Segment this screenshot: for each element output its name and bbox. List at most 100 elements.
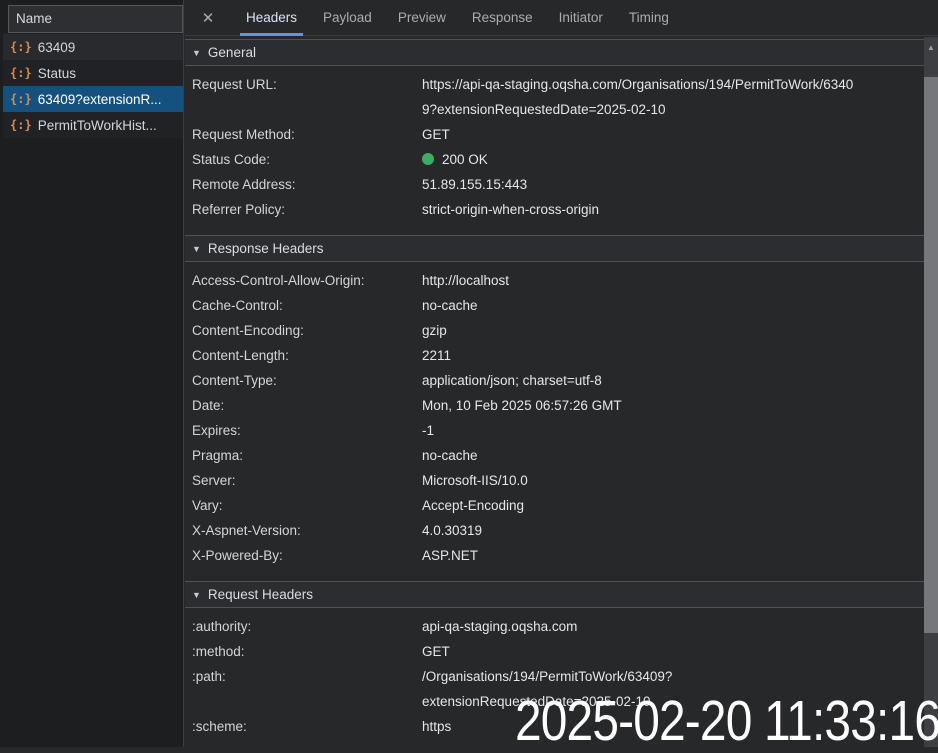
header-row: Server: Microsoft-IIS/10.0 <box>185 468 924 493</box>
json-braces-icon: {:} <box>10 66 32 80</box>
header-name: Pragma: <box>192 448 244 463</box>
scroll-up-icon: ▲ <box>927 43 935 52</box>
section: ▼ General Request URL: https://api-qa-sta… <box>185 39 924 235</box>
header-value: gzip <box>422 323 447 338</box>
tab-preview[interactable]: Preview <box>388 0 456 36</box>
header-row: Pragma: no-cache <box>185 443 924 468</box>
header-row: Expires: -1 <box>185 418 924 443</box>
header-value: GET <box>422 127 450 142</box>
header-name: Status Code: <box>192 152 271 167</box>
header-row: Content-Length: 2211 <box>185 343 924 368</box>
header-name: Content-Encoding: <box>192 323 304 338</box>
header-row: Request URL: https://api-qa-staging.oqsh… <box>185 72 924 122</box>
header-row: Content-Encoding: gzip <box>185 318 924 343</box>
triangle-down-icon: ▼ <box>192 244 201 254</box>
header-row: Vary: Accept-Encoding <box>185 493 924 518</box>
section-title: General <box>207 45 256 60</box>
sidebar-item-permittoworkhist[interactable]: {:} PermitToWorkHist... <box>3 112 183 138</box>
header-value: 51.89.155.15:443 <box>422 177 528 192</box>
sidebar-item-label: PermitToWorkHist... <box>37 117 157 133</box>
json-braces-icon: {:} <box>10 118 32 132</box>
sidebar-item-63409[interactable]: {:} 63409 <box>3 34 183 60</box>
header-value: no-cache <box>422 448 478 463</box>
header-row: :authority: api-qa-staging.oqsha.com <box>185 614 924 639</box>
sidebar-item-label: Status <box>37 65 76 81</box>
header-value-line: /Organisations/194/PermitToWork/63409? <box>422 669 673 684</box>
header-name: :path: <box>192 669 226 684</box>
header-name: X-Aspnet-Version: <box>192 523 301 538</box>
sidebar-item-63409-extensionr[interactable]: {:} 63409?extensionR... <box>3 86 183 112</box>
section-title: Request Headers <box>207 587 313 602</box>
header-value: 200 OK <box>422 147 924 172</box>
tabs-container: Headers Payload Preview Response Initiator Ti… <box>233 0 682 36</box>
section-rows: :authority: api-qa-staging.oqsha.com :me… <box>185 608 924 747</box>
header-name: Expires: <box>192 423 241 438</box>
header-row: :method: GET <box>185 639 924 664</box>
section-rows: Access-Control-Allow-Origin: http://loca… <box>185 262 924 581</box>
header-value: Microsoft-IIS/10.0 <box>422 473 528 488</box>
header-value: Accept-Encoding <box>422 498 525 513</box>
header-name: Date: <box>192 398 225 413</box>
header-value: ASP.NET <box>422 548 479 563</box>
tab-payload[interactable]: Payload <box>313 0 382 36</box>
header-row: Request Method: GET <box>185 122 924 147</box>
request-rows: {:} 63409 {:} Status {:} 63409?extension… <box>0 34 183 138</box>
header-row: Date: Mon, 10 Feb 2025 06:57:26 GMT <box>185 393 924 418</box>
section-title: Response Headers <box>207 241 324 256</box>
header-value: api-qa-staging.oqsha.com <box>422 619 578 634</box>
sidebar-item-label: 63409 <box>37 39 76 55</box>
header-name: :authority: <box>192 619 252 634</box>
section-header-general[interactable]: ▼ General <box>185 39 924 66</box>
header-row: X-Powered-By: ASP.NET <box>185 543 924 568</box>
header-name: :scheme: <box>192 719 247 734</box>
scrollbar-thumb[interactable] <box>924 77 938 633</box>
tab-headers[interactable]: Headers <box>236 0 307 36</box>
header-value: Mon, 10 Feb 2025 06:57:26 GMT <box>422 398 622 413</box>
header-name: Request URL: <box>192 77 277 92</box>
section: ▼ Request Headers :authority: api-qa-stag… <box>185 581 924 747</box>
close-icon: ✕ <box>201 9 215 27</box>
header-value: https <box>422 719 452 734</box>
header-value-line: https://api-qa-staging.oqsha.com/Organis… <box>422 77 854 92</box>
header-value: -1 <box>422 423 435 438</box>
tab-timing[interactable]: Timing <box>619 0 679 36</box>
header-value: no-cache <box>422 298 478 313</box>
tab-initiator[interactable]: Initiator <box>549 0 613 36</box>
header-value-line: 9?extensionRequestedDate=2025-02-10 <box>422 102 666 117</box>
details-tab-bar: ✕ Headers Payload Preview Response Initiator… <box>185 0 938 36</box>
header-value: /Organisations/194/PermitToWork/63409? ex… <box>422 664 924 714</box>
header-name: Vary: <box>192 498 223 513</box>
header-row: Cache-Control: no-cache <box>185 293 924 318</box>
triangle-down-icon: ▼ <box>192 590 201 600</box>
close-details-button[interactable]: ✕ <box>197 9 219 27</box>
header-name: Referrer Policy: <box>192 202 286 217</box>
status-ok-dot-icon <box>422 153 434 165</box>
header-row: Status Code: 200 OK <box>185 147 924 172</box>
header-name: Server: <box>192 473 236 488</box>
json-braces-icon: {:} <box>10 40 32 54</box>
header-value: application/json; charset=utf-8 <box>422 373 602 388</box>
header-value: https://api-qa-staging.oqsha.com/Organis… <box>422 72 924 122</box>
network-request-list: Name {:} 63409 {:} Status {:} 63409?exte… <box>0 0 184 747</box>
header-name: Content-Type: <box>192 373 277 388</box>
tab-response[interactable]: Response <box>462 0 543 36</box>
header-name: Cache-Control: <box>192 298 283 313</box>
scrollbar[interactable]: ▲ <box>924 37 938 747</box>
headers-content: ▼ General Request URL: https://api-qa-sta… <box>185 37 924 747</box>
scroll-up-button[interactable]: ▲ <box>924 37 938 59</box>
section-header-response-headers[interactable]: ▼ Response Headers <box>185 235 924 262</box>
header-value: 2211 <box>422 348 452 363</box>
sidebar-item-label: 63409?extensionR... <box>37 91 162 107</box>
header-row: Remote Address: 51.89.155.15:443 <box>185 172 924 197</box>
json-braces-icon: {:} <box>10 92 32 106</box>
sidebar-item-status[interactable]: {:} Status <box>3 60 183 86</box>
header-value: 4.0.30319 <box>422 523 483 538</box>
name-column-header[interactable]: Name <box>8 5 183 33</box>
triangle-down-icon: ▼ <box>192 48 201 58</box>
header-row: Content-Type: application/json; charset=… <box>185 368 924 393</box>
header-value: GET <box>422 644 450 659</box>
header-row: Access-Control-Allow-Origin: http://loca… <box>185 268 924 293</box>
section: ▼ Response Headers Access-Control-Allow-O… <box>185 235 924 581</box>
header-value-line: extensionRequestedDate=2025-02-10 <box>422 694 651 709</box>
section-header-request-headers[interactable]: ▼ Request Headers <box>185 581 924 608</box>
